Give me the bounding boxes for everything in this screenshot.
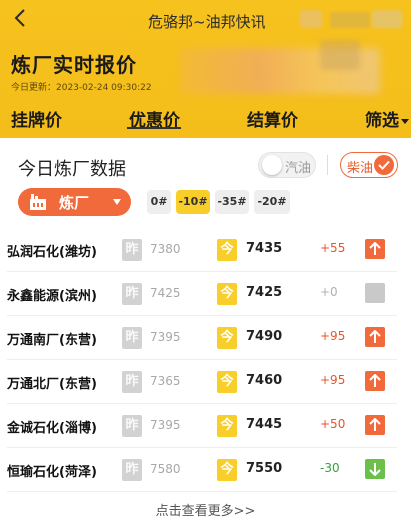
back-icon[interactable]	[14, 8, 36, 32]
today-price: 7550	[246, 461, 283, 476]
price-change: +55	[320, 241, 346, 255]
tab-bar: 挂牌价 优惠价 结算价 筛选	[0, 100, 411, 138]
today-badge: 今	[217, 415, 237, 437]
toggle-knob	[262, 155, 282, 175]
trend-down-icon	[365, 459, 385, 479]
refinery-name: 弘润石化(潍坊)	[7, 245, 97, 260]
price-change: +95	[320, 373, 346, 387]
grade-chip-minus10[interactable]: -10#	[176, 190, 210, 214]
yesterday-price: 7425	[150, 286, 181, 300]
view-more-link[interactable]: 点击查看更多>>	[0, 500, 411, 519]
check-icon	[374, 155, 394, 175]
refinery-name: 永鑫能源(滨州)	[7, 289, 97, 304]
refinery-label: 炼厂	[59, 194, 90, 212]
nav-bar: 危骆邦~油邦快讯	[0, 0, 411, 40]
divider	[327, 155, 328, 175]
blurred-region	[372, 10, 402, 28]
yesterday-price: 7580	[150, 462, 181, 476]
update-time: 今日更新：2023-02-24 09:30:22	[11, 83, 152, 93]
trend-up-icon	[365, 415, 385, 435]
yesterday-price: 7395	[150, 418, 181, 432]
refinery-name: 万通南厂(东营)	[7, 333, 97, 348]
refinery-name: 金诚石化(淄博)	[7, 421, 97, 436]
grade-chip-0[interactable]: 0#	[147, 190, 171, 214]
gasoline-label: 汽油	[285, 161, 312, 176]
yesterday-badge: 昨	[122, 327, 142, 349]
today-badge: 今	[217, 327, 237, 349]
header-banner: 危骆邦~油邦快讯 炼厂实时报价 今日更新：2023-02-24 09:30:22…	[0, 0, 411, 138]
trend-up-icon	[365, 371, 385, 391]
refinery-row[interactable]: 万通北厂(东营) 昨 7365 今 7460 +95	[7, 360, 397, 404]
price-change: +0	[320, 285, 338, 299]
today-price: 7425	[246, 285, 283, 300]
blurred-region	[320, 40, 360, 70]
refinery-row[interactable]: 恒瑜石化(菏泽) 昨 7580 今 7550 -30	[7, 448, 397, 492]
caret-down-icon	[113, 199, 121, 205]
today-badge: 今	[217, 371, 237, 393]
yesterday-price: 7365	[150, 374, 181, 388]
yesterday-badge: 昨	[122, 239, 142, 261]
today-badge: 今	[217, 239, 237, 261]
trend-flat-icon	[365, 283, 385, 303]
price-change: -30	[320, 461, 340, 475]
yesterday-badge: 昨	[122, 459, 142, 481]
yesterday-badge: 昨	[122, 371, 142, 393]
tab-filter-label: 筛选	[365, 111, 399, 131]
refinery-name: 恒瑜石化(菏泽)	[7, 465, 97, 480]
price-change: +50	[320, 417, 346, 431]
grade-chip-minus35[interactable]: -35#	[215, 190, 249, 214]
active-tab-indicator	[127, 127, 181, 129]
blurred-region	[300, 10, 322, 28]
refinery-dropdown[interactable]: 炼厂	[18, 188, 131, 216]
yesterday-badge: 昨	[122, 283, 142, 305]
today-badge: 今	[217, 283, 237, 305]
nav-title: 危骆邦~油邦快讯	[148, 13, 266, 31]
today-price: 7445	[246, 417, 283, 432]
gasoline-toggle[interactable]: 汽油	[258, 152, 316, 178]
trend-up-icon	[365, 327, 385, 347]
tab-listed-price[interactable]: 挂牌价	[11, 106, 62, 131]
refinery-name: 万通北厂(东营)	[7, 377, 97, 392]
yesterday-badge: 昨	[122, 415, 142, 437]
refinery-row[interactable]: 万通南厂(东营) 昨 7395 今 7490 +95	[7, 316, 397, 360]
tab-settlement-price[interactable]: 结算价	[247, 106, 298, 131]
refinery-row[interactable]: 永鑫能源(滨州) 昨 7425 今 7425 +0	[7, 272, 397, 316]
today-price: 7460	[246, 373, 283, 388]
today-badge: 今	[217, 459, 237, 481]
diesel-toggle[interactable]: 柴油	[340, 152, 398, 178]
trend-up-icon	[365, 239, 385, 259]
refinery-row[interactable]: 弘润石化(潍坊) 昨 7380 今 7435 +55	[7, 228, 397, 272]
blurred-region	[330, 12, 370, 28]
today-price: 7435	[246, 241, 283, 256]
yesterday-price: 7380	[150, 242, 181, 256]
tab-filter[interactable]: 筛选	[365, 106, 409, 131]
grade-chip-minus20[interactable]: -20#	[254, 190, 290, 214]
price-change: +95	[320, 329, 346, 343]
yesterday-price: 7395	[150, 330, 181, 344]
today-price: 7490	[246, 329, 283, 344]
factory-icon	[29, 193, 47, 210]
caret-down-icon	[401, 118, 409, 124]
refinery-row[interactable]: 金诚石化(淄博) 昨 7395 今 7445 +50	[7, 404, 397, 448]
section-title: 今日炼厂数据	[18, 159, 126, 180]
page-title: 炼厂实时报价	[11, 53, 137, 77]
diesel-label: 柴油	[347, 161, 374, 176]
